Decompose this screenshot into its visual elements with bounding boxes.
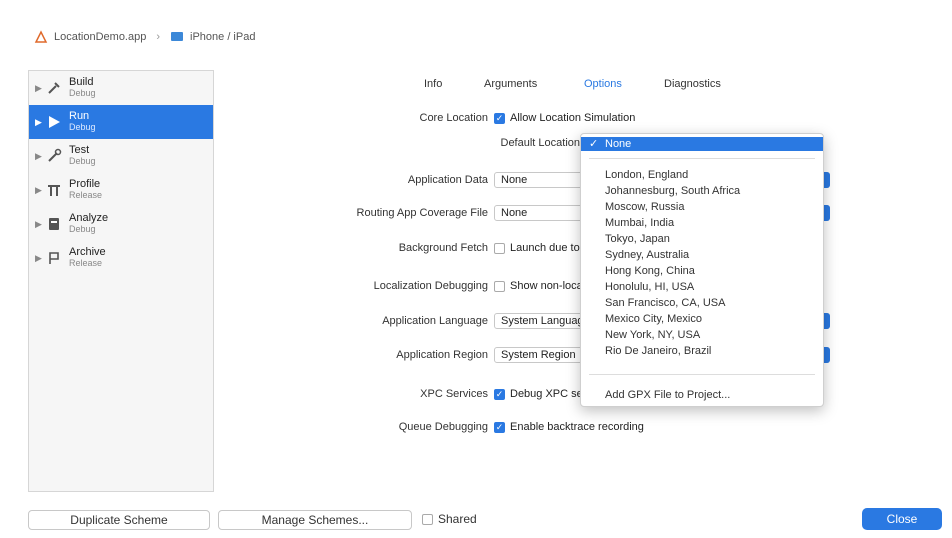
- application-region-value: System Region: [501, 349, 576, 361]
- sidebar-item-subtitle: Debug: [69, 156, 96, 166]
- application-data-label: Application Data: [407, 174, 488, 186]
- sidebar-item-run[interactable]: ▶ Run Debug: [29, 105, 213, 139]
- allow-location-simulation-checkbox[interactable]: ✓ Allow Location Simulation: [494, 112, 635, 124]
- disclosure-icon[interactable]: ▶: [35, 83, 45, 94]
- checkmark-icon: ✓: [589, 138, 599, 150]
- popup-item-label: None: [605, 138, 632, 150]
- hammer-icon: [45, 79, 63, 97]
- popup-item-location[interactable]: Hong Kong, China: [581, 264, 823, 278]
- disclosure-icon[interactable]: ▶: [35, 185, 45, 196]
- popup-separator: [589, 158, 815, 159]
- archive-icon: [45, 249, 63, 267]
- disclosure-icon[interactable]: ▶: [35, 253, 45, 264]
- checkbox-checked-icon[interactable]: ✓: [494, 421, 505, 433]
- tab-bar: Info Arguments Options Diagnostics: [214, 76, 944, 96]
- popup-item-location[interactable]: Johannesburg, South Africa: [581, 184, 823, 198]
- manage-schemes-button[interactable]: Manage Schemes...: [218, 510, 412, 530]
- breadcrumb-project[interactable]: LocationDemo.app: [54, 31, 146, 43]
- shared-checkbox[interactable]: Shared: [422, 512, 477, 526]
- sidebar-item-subtitle: Debug: [69, 88, 96, 98]
- breadcrumb-device[interactable]: iPhone / iPad: [190, 31, 255, 43]
- sidebar-item-profile[interactable]: ▶ Profile Release: [29, 173, 213, 207]
- popup-item-location[interactable]: Mexico City, Mexico: [581, 312, 823, 326]
- sidebar-item-title: Profile: [69, 178, 101, 190]
- sidebar-item-title: Build: [69, 76, 94, 88]
- play-icon: [45, 113, 63, 131]
- sidebar-item-subtitle: Release: [69, 190, 103, 200]
- localization-debugging-label: Localization Debugging: [373, 280, 488, 292]
- sidebar-item-subtitle: Debug: [69, 224, 96, 234]
- code-coverage-label: Routing App Coverage File: [356, 207, 488, 219]
- default-location-label: Default Location: [500, 137, 581, 149]
- tab-arguments[interactable]: Arguments: [484, 78, 537, 90]
- popup-item-location[interactable]: Sydney, Australia: [581, 248, 823, 262]
- application-data-value: None: [501, 174, 528, 186]
- app-target-icon: [34, 30, 48, 44]
- checkbox-unchecked-icon[interactable]: [494, 242, 505, 254]
- popup-separator: [589, 374, 815, 375]
- popup-item-none[interactable]: ✓ None: [581, 137, 823, 151]
- sidebar-item-analyze[interactable]: ▶ Analyze Debug: [29, 207, 213, 241]
- breadcrumb: LocationDemo.app › iPhone / iPad: [34, 30, 255, 44]
- gauge-icon: [45, 181, 63, 199]
- sidebar-item-test[interactable]: ▶ Test Debug: [29, 139, 213, 173]
- application-language-value: System Language: [501, 315, 590, 327]
- sidebar-item-title: Run: [69, 110, 90, 122]
- wrench-icon: [45, 147, 63, 165]
- tab-info[interactable]: Info: [424, 78, 442, 90]
- xpc-services-label: XPC Services: [420, 388, 488, 400]
- queue-debugging-value: Enable backtrace recording: [510, 421, 644, 433]
- sidebar-item-subtitle: Debug: [69, 122, 96, 132]
- popup-item-location[interactable]: Honolulu, HI, USA: [581, 280, 823, 294]
- duplicate-scheme-button[interactable]: Duplicate Scheme: [28, 510, 210, 530]
- popup-item-location[interactable]: Tokyo, Japan: [581, 232, 823, 246]
- sidebar-item-archive[interactable]: ▶ Archive Release: [29, 241, 213, 275]
- allow-location-simulation-label: Allow Location Simulation: [510, 112, 636, 124]
- popup-item-location[interactable]: San Francisco, CA, USA: [581, 296, 823, 310]
- popup-item-location[interactable]: Rio De Janeiro, Brazil: [581, 344, 823, 358]
- checkbox-unchecked-icon[interactable]: [494, 280, 505, 292]
- disclosure-icon[interactable]: ▶: [35, 151, 45, 162]
- sidebar-item-title: Archive: [69, 246, 106, 258]
- popup-item-location[interactable]: New York, NY, USA: [581, 328, 823, 342]
- default-location-popup-menu: ✓ None London, England Johannesburg, Sou…: [580, 133, 824, 407]
- disclosure-icon[interactable]: ▶: [35, 117, 45, 128]
- application-language-label: Application Language: [382, 315, 488, 327]
- checkbox-checked-icon[interactable]: ✓: [494, 112, 505, 124]
- sidebar-item-subtitle: Release: [69, 258, 103, 268]
- checkbox-unchecked-icon[interactable]: [422, 513, 433, 525]
- sidebar-item-title: Analyze: [69, 212, 109, 224]
- popup-item-location[interactable]: London, England: [581, 168, 823, 182]
- tab-options[interactable]: Options: [584, 78, 622, 90]
- disclosure-icon[interactable]: ▶: [35, 219, 45, 230]
- sidebar-item-title: Test: [69, 144, 90, 156]
- analyze-icon: [45, 215, 63, 233]
- popup-item-location[interactable]: Moscow, Russia: [581, 200, 823, 214]
- popup-item-add-gpx[interactable]: Add GPX File to Project...: [581, 388, 823, 402]
- sidebar-item-build[interactable]: ▶ Build Debug: [29, 71, 213, 105]
- scheme-action-sidebar: ▶ Build Debug ▶ Run Debug ▶ Test Debug ▶: [28, 70, 214, 492]
- code-coverage-value: None: [501, 207, 528, 219]
- device-icon: [170, 30, 184, 44]
- queue-debugging-checkbox[interactable]: ✓ Enable backtrace recording: [494, 421, 644, 433]
- breadcrumb-separator: ›: [156, 31, 161, 43]
- tab-diagnostics[interactable]: Diagnostics: [664, 78, 721, 90]
- application-region-label: Application Region: [396, 349, 488, 361]
- checkbox-checked-icon[interactable]: ✓: [494, 388, 505, 400]
- background-fetch-label: Background Fetch: [398, 242, 488, 254]
- shared-label: Shared: [438, 512, 477, 526]
- queue-debugging-label: Queue Debugging: [398, 421, 488, 433]
- close-button[interactable]: Close: [862, 508, 942, 530]
- core-location-label: Core Location: [419, 112, 489, 124]
- popup-item-location[interactable]: Mumbai, India: [581, 216, 823, 230]
